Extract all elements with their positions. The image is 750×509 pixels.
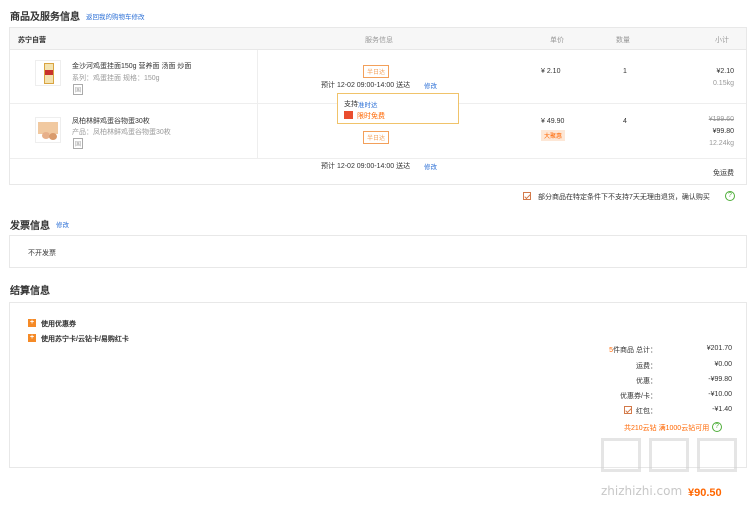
summary-value: ¥201.70	[706, 345, 732, 352]
watermark-text: zhizhizhi.com	[601, 484, 683, 498]
red-packet-checkbox[interactable]	[624, 406, 632, 414]
service-divider	[257, 50, 258, 104]
help-icon[interactable]: ?	[725, 191, 735, 201]
subtotal-original: ¥199.60	[708, 116, 734, 123]
quantity: 1	[623, 68, 627, 75]
summary-value: ¥0.00	[714, 361, 732, 368]
invoice-value: 不开发票	[28, 250, 56, 257]
popup-support-text: 支持	[344, 101, 358, 108]
flag-icon	[344, 111, 353, 119]
product-attr: 产品：凤柏林鲜鸡蛋谷物蛋30枚	[72, 129, 171, 136]
unit-price: ¥ 49.90	[541, 118, 565, 125]
product-name[interactable]: 凤柏林鲜鸡蛋谷物蛋30枚	[72, 116, 150, 126]
summary-label: 红包：	[636, 408, 657, 415]
deal-tag: 大聚惠	[541, 130, 566, 141]
points-text: 共210云钻 满1000云钻可用	[624, 425, 710, 432]
return-notice: 部分商品在特定条件下不支持7天无理由退货，确认购买	[538, 194, 710, 201]
service-divider	[257, 104, 258, 159]
product-attr: 系列：鸡蛋挂面 规格：150g	[72, 75, 160, 82]
invoice-box: 不开发票	[9, 235, 747, 268]
summary-value: -¥1.40	[712, 406, 732, 413]
national-badge-icon: 国	[73, 138, 84, 149]
summary-label: 优惠：	[636, 378, 657, 385]
subtotal: ¥2.10	[716, 68, 734, 75]
product-image[interactable]	[35, 117, 61, 143]
return-agree-checkbox[interactable]	[523, 192, 531, 200]
weight: 12.24kg	[709, 140, 734, 147]
points-line: 共210云钻 满1000云钻可用	[624, 423, 709, 433]
help-icon[interactable]: ?	[712, 422, 722, 432]
use-coupon-toggle[interactable]: 使用优惠券	[41, 319, 76, 329]
plus-icon[interactable]: +	[28, 334, 36, 342]
back-to-cart-link[interactable]: 返回我的购物车修改	[86, 11, 145, 21]
limited-free-text: 限时免费	[357, 113, 385, 120]
summary-row: 优惠： -¥99.80	[560, 376, 732, 386]
product-name[interactable]: 金沙河鸡蛋挂面150g 营养面 汤面 炒面	[72, 61, 191, 71]
delivery-popup: 支持 准时达 限时免费	[337, 93, 459, 124]
invoice-edit-link[interactable]: 修改	[56, 219, 69, 229]
delivery-time: 预计 12-02 09:00-14:00 送达	[321, 163, 411, 170]
product-image[interactable]	[35, 60, 61, 86]
delivery-edit-link[interactable]: 修改	[424, 80, 437, 90]
summary-label: 5件商品 总计：	[609, 347, 657, 354]
summary-row: 红包： -¥1.40	[560, 406, 732, 416]
summary-value: -¥10.00	[708, 391, 732, 398]
half-day-tag-2: 半日达	[363, 131, 390, 144]
shipping-fee: 免运费	[713, 170, 734, 177]
header-price: 单价	[550, 37, 564, 44]
use-card-toggle[interactable]: 使用苏宁卡/云钻卡/易购红卡	[41, 334, 129, 344]
summary-label: 优惠券/卡：	[620, 393, 657, 400]
weight: 0.15kg	[712, 80, 734, 87]
invoice-section-title: 发票信息	[10, 221, 50, 232]
delivery-time: 预计 12-02 09:00-14:00 送达	[321, 82, 411, 89]
on-time-link[interactable]: 准时达	[358, 99, 378, 109]
goods-section-title: 商品及服务信息	[10, 12, 80, 23]
quantity: 4	[623, 118, 627, 125]
summary-row: 优惠券/卡： -¥10.00	[560, 391, 732, 401]
summary-label: 运费：	[636, 363, 657, 370]
subtotal: ¥99.80	[712, 128, 734, 135]
summary-row: 5件商品 总计： ¥201.70	[560, 345, 732, 355]
store-name: 苏宁自营	[18, 37, 46, 44]
goods-header-row: 苏宁自营 服务信息 单价 数量 小计	[10, 28, 746, 50]
half-day-tag: 半日达	[363, 65, 390, 78]
header-subtotal: 小计	[715, 37, 729, 44]
delivery-edit-link[interactable]: 修改	[424, 161, 437, 171]
watermark-logo	[601, 438, 741, 478]
header-service: 服务信息	[365, 37, 393, 44]
header-qty: 数量	[616, 37, 630, 44]
unit-price: ¥ 2.10	[541, 68, 561, 75]
settle-section-title: 结算信息	[10, 286, 50, 297]
order-total-value: ¥90.50	[688, 487, 722, 499]
plus-icon[interactable]: +	[28, 319, 36, 327]
summary-value: -¥99.80	[708, 376, 732, 383]
national-badge-icon: 国	[73, 84, 84, 95]
summary-row: 运费： ¥0.00	[560, 361, 732, 371]
